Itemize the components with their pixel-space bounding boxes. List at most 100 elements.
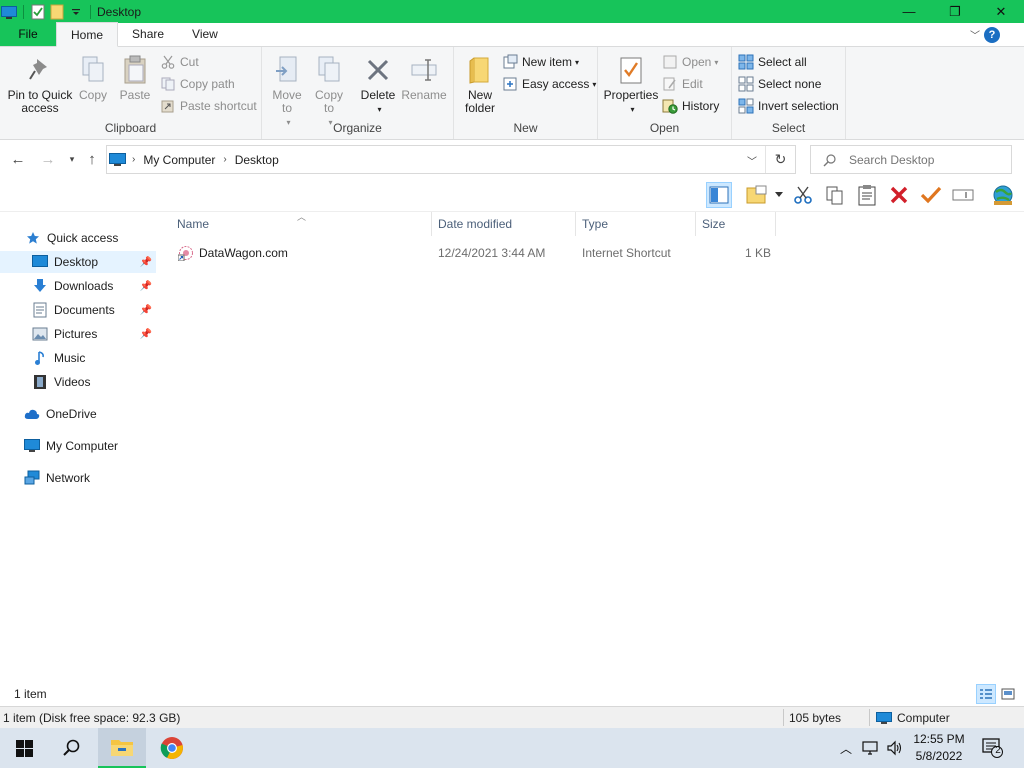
- chrome-taskbar-icon[interactable]: [148, 728, 196, 768]
- rename-button[interactable]: Rename: [400, 53, 448, 102]
- invert-selection-button[interactable]: Invert selection: [738, 96, 839, 116]
- delete-toolbar-x-icon[interactable]: [886, 182, 912, 208]
- new-folder-quick-icon[interactable]: [49, 4, 65, 20]
- open-group: Properties ▾ Open ▾ Edit History Open: [598, 47, 732, 139]
- nav-my-computer[interactable]: My Computer: [0, 435, 156, 457]
- copy-to-button[interactable]: Copy to ▾: [310, 53, 348, 129]
- breadcrumb-chevron-icon[interactable]: ›: [132, 154, 135, 165]
- nav-network[interactable]: Network: [0, 467, 156, 489]
- search-box[interactable]: [810, 145, 1012, 174]
- large-icons-view-icon[interactable]: [998, 684, 1018, 704]
- customize-quick-access-icon[interactable]: [68, 4, 84, 20]
- paste-button[interactable]: Paste: [118, 53, 152, 102]
- tab-share[interactable]: Share: [118, 22, 178, 46]
- nav-videos[interactable]: Videos: [0, 371, 156, 393]
- tab-view[interactable]: View: [178, 22, 232, 46]
- nav-desktop[interactable]: Desktop 📌: [0, 251, 156, 273]
- paste-toolbar-icon[interactable]: [854, 182, 880, 208]
- refresh-icon[interactable]: ↻: [765, 146, 795, 173]
- file-row[interactable]: DataWagon.com 12/24/2021 3:44 AM Interne…: [172, 242, 772, 264]
- delete-button[interactable]: Delete ▾: [358, 53, 398, 116]
- select-none-icon: [738, 76, 754, 92]
- maximize-button[interactable]: ❐: [932, 0, 978, 23]
- back-arrow-icon[interactable]: ←: [8, 149, 28, 169]
- search-input[interactable]: [849, 152, 999, 167]
- breadcrumb-my-computer[interactable]: My Computer: [143, 153, 215, 167]
- properties-toolbar-check-icon[interactable]: [918, 182, 944, 208]
- nav-downloads[interactable]: Downloads 📌: [0, 275, 156, 297]
- new-folder-dropdown-icon[interactable]: [770, 182, 788, 208]
- file-list-view: ︿ Name Date modified Type Size DataWagon…: [160, 212, 1024, 682]
- address-history-chevron-icon[interactable]: ﹀: [747, 153, 757, 168]
- network-globe-icon[interactable]: [990, 182, 1016, 208]
- recent-locations-chevron-icon[interactable]: ▾: [62, 149, 82, 169]
- nav-quick-access[interactable]: Quick access: [0, 227, 156, 249]
- easy-access-button[interactable]: Easy access ▾: [502, 74, 596, 94]
- pin-icon[interactable]: 📌: [140, 305, 152, 316]
- internet-shortcut-icon: [178, 245, 194, 261]
- preview-pane-icon[interactable]: [706, 182, 732, 208]
- nav-pictures[interactable]: Pictures 📌: [0, 323, 156, 345]
- new-item-button[interactable]: New item ▾: [502, 52, 579, 72]
- move-to-button[interactable]: Move to ▾: [268, 53, 306, 129]
- pin-icon[interactable]: 📌: [140, 257, 152, 268]
- select-none-button[interactable]: Select none: [738, 74, 821, 94]
- copy-label: Copy: [78, 88, 107, 102]
- new-folder-toolbar-icon[interactable]: [744, 182, 770, 208]
- new-folder-button[interactable]: New folder: [458, 53, 502, 115]
- column-header-name[interactable]: Name: [171, 212, 432, 236]
- column-header-date-modified[interactable]: Date modified: [432, 212, 576, 236]
- history-label: History: [682, 99, 720, 113]
- edit-button[interactable]: Edit: [662, 74, 703, 94]
- new-group: New folder New item ▾ Easy access ▾ New: [454, 47, 598, 139]
- search-taskbar-icon[interactable]: [48, 728, 96, 768]
- cut-button[interactable]: Cut: [160, 52, 199, 72]
- tab-home[interactable]: Home: [56, 22, 119, 47]
- properties-button[interactable]: Properties ▾: [604, 53, 658, 116]
- up-arrow-icon[interactable]: ↑: [82, 149, 102, 169]
- nav-music[interactable]: Music: [0, 347, 156, 369]
- help-icon[interactable]: ?: [984, 27, 1000, 43]
- pin-to-quick-access-button[interactable]: Pin to Quick access: [6, 53, 74, 115]
- properties-quick-icon[interactable]: [30, 4, 46, 20]
- new-item-label: New item: [522, 55, 573, 69]
- copy-path-button[interactable]: Copy path: [160, 74, 235, 94]
- explorer-window-icon[interactable]: [1, 4, 17, 20]
- volume-speaker-icon[interactable]: [884, 728, 906, 768]
- file-explorer-taskbar-icon[interactable]: [98, 728, 146, 768]
- column-header-type[interactable]: Type: [576, 212, 696, 236]
- clock-time: 12:55 PM: [913, 732, 965, 746]
- address-bar[interactable]: › My Computer › Desktop ﹀ ↻: [106, 145, 796, 174]
- network-tray-icon[interactable]: [860, 728, 882, 768]
- start-windows-icon[interactable]: [0, 728, 48, 768]
- rename-toolbar-icon[interactable]: [950, 182, 976, 208]
- breadcrumb-chevron-icon-2[interactable]: ›: [223, 154, 226, 165]
- music-note-icon: [32, 350, 48, 366]
- collapse-ribbon-icon[interactable]: ﹀: [970, 27, 980, 42]
- organize-group-label: Organize: [333, 121, 382, 135]
- history-button[interactable]: History: [662, 96, 719, 116]
- minimize-button[interactable]: —: [886, 0, 932, 23]
- pin-icon[interactable]: 📌: [140, 281, 152, 292]
- cut-toolbar-scissors-icon[interactable]: [790, 182, 816, 208]
- details-view-icon[interactable]: [976, 684, 996, 704]
- action-center-icon[interactable]: 2: [982, 738, 1004, 758]
- nav-documents[interactable]: Documents 📌: [0, 299, 156, 321]
- tab-file[interactable]: File: [0, 22, 56, 46]
- select-all-button[interactable]: Select all: [738, 52, 807, 72]
- forward-arrow-icon[interactable]: →: [38, 149, 58, 169]
- column-header-size[interactable]: Size: [696, 212, 776, 236]
- nav-desktop-label: Desktop: [54, 255, 99, 269]
- select-all-icon: [738, 54, 754, 70]
- copy-button[interactable]: Copy: [76, 53, 110, 102]
- taskbar-clock[interactable]: 12:55 PM 5/8/2022: [905, 731, 973, 765]
- nav-onedrive[interactable]: OneDrive: [0, 403, 156, 425]
- show-hidden-icons-chevron-icon[interactable]: ︿: [836, 728, 856, 768]
- breadcrumb-desktop[interactable]: Desktop: [235, 153, 279, 167]
- open-button[interactable]: Open ▾: [662, 52, 718, 72]
- close-button[interactable]: ✕: [978, 0, 1024, 23]
- pin-icon[interactable]: 📌: [140, 329, 152, 340]
- copy-toolbar-icon[interactable]: [822, 182, 848, 208]
- paste-shortcut-button[interactable]: Paste shortcut: [160, 96, 257, 116]
- easy-access-label: Easy access: [522, 77, 590, 91]
